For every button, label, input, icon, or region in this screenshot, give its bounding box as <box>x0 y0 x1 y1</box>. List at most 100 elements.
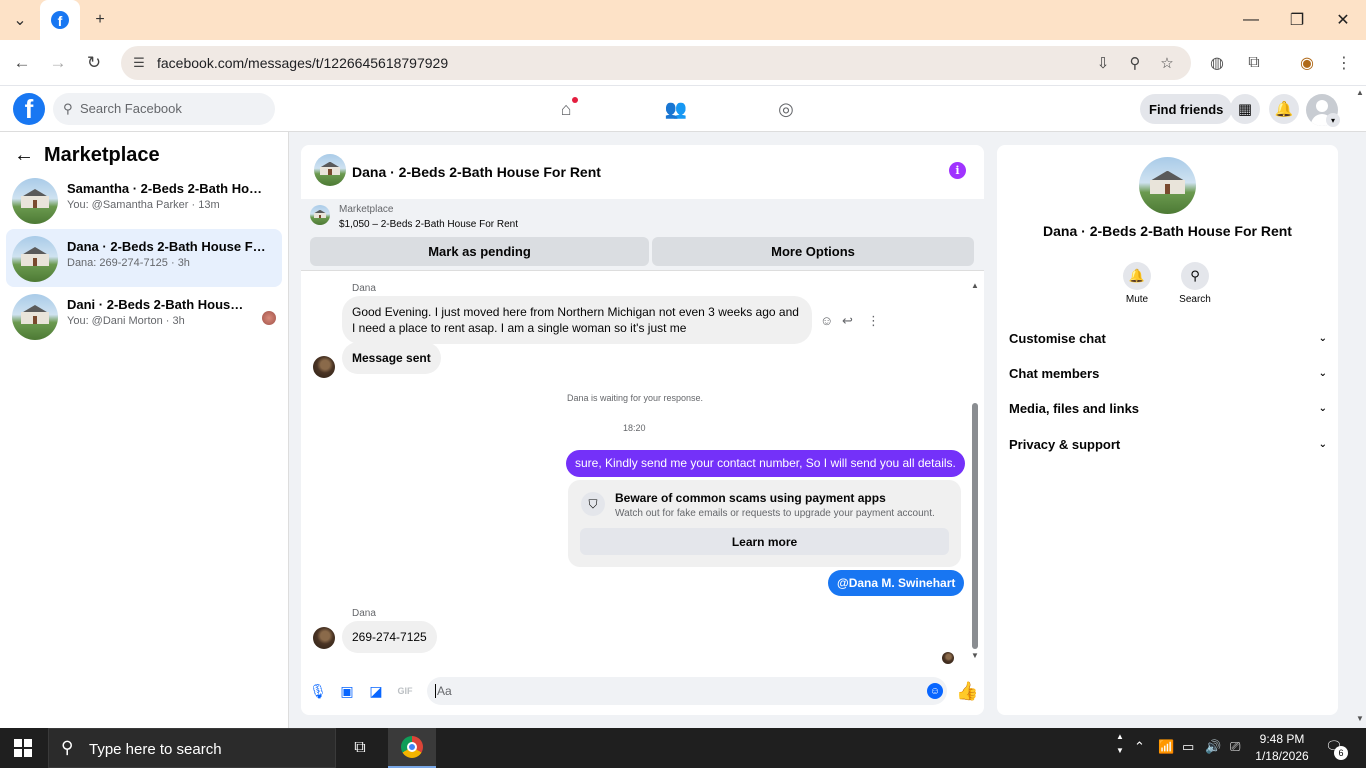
outgoing-message[interactable]: sure, Kindly send me your contact number… <box>566 450 965 477</box>
conversation-avatar <box>12 178 58 224</box>
close-window-icon[interactable]: ✕ <box>1328 8 1358 32</box>
learn-more-button[interactable]: Learn more <box>580 528 949 555</box>
conversation-item-dana[interactable]: Dana · 2-Beds 2-Bath House For Rent Dana… <box>6 229 282 287</box>
home-nav-icon[interactable]: ⌂ <box>552 95 580 123</box>
incoming-message[interactable]: Message sent <box>342 342 441 374</box>
waiting-status-text: Dana is waiting for your response. <box>566 393 704 403</box>
address-bar[interactable]: ☰ facebook.com/messages/t/12266456187979… <box>121 46 1191 80</box>
page-scroll-down-icon[interactable]: ▼ <box>1356 714 1364 723</box>
more-actions-icon[interactable]: ⋮ <box>867 313 880 329</box>
bookmark-star-icon[interactable]: ☆ <box>1157 53 1177 73</box>
more-options-button[interactable]: More Options <box>652 237 974 266</box>
sticker-icon[interactable]: ◪ <box>367 682 385 700</box>
back-arrow-icon[interactable]: ← <box>14 144 34 167</box>
groups-nav-icon[interactable]: ◎ <box>772 95 800 123</box>
sender-avatar[interactable] <box>313 356 335 378</box>
network-icon[interactable]: 📶 <box>1158 739 1174 755</box>
search-icon: ⚲ <box>63 101 73 116</box>
browser-tab-facebook[interactable]: f <box>40 0 80 40</box>
chevron-down-icon: ⌄ <box>1318 438 1327 450</box>
restore-icon[interactable]: ❐ <box>1282 8 1312 32</box>
section-privacy-support[interactable]: Privacy & support ⌄ <box>1009 429 1327 459</box>
photo-attach-icon[interactable]: ▣ <box>338 682 356 700</box>
reply-icon[interactable]: ↩ <box>842 313 853 329</box>
conversation-item-dani[interactable]: Dani · 2-Beds 2-Bath House For Rent You:… <box>6 287 282 345</box>
sidebar-header: ← Marketplace <box>14 144 160 167</box>
chrome-taskbar-icon[interactable] <box>388 728 436 768</box>
browser-menu-icon[interactable]: ⋮ <box>1332 51 1356 75</box>
conversation-item-samantha[interactable]: Samantha · 2-Beds 2-Bath House For Rent … <box>6 171 282 229</box>
reload-icon[interactable]: ↻ <box>82 51 106 75</box>
notifications-bell-icon[interactable]: 🔔 <box>1269 94 1299 124</box>
chat-scrollbar[interactable]: ▲ ▼ <box>969 281 981 663</box>
taskbar-search-input[interactable]: ⚲ Type here to search <box>48 728 336 768</box>
minimize-icon[interactable]: — <box>1236 8 1266 32</box>
profile-icon[interactable]: ◉ <box>1295 51 1319 75</box>
marketplace-label: Marketplace <box>339 204 394 215</box>
emoji-icon[interactable]: ☺ <box>927 683 943 699</box>
message-input[interactable]: Aa ☺ <box>427 677 947 705</box>
home-notification-dot <box>572 97 578 103</box>
menu-grid-icon[interactable]: ▦ <box>1230 94 1260 124</box>
battery-icon[interactable]: ▭ <box>1182 739 1194 755</box>
windows-start-icon[interactable] <box>14 739 32 757</box>
scroll-up-arrow-icon[interactable]: ▲ <box>971 281 979 290</box>
search-icon: ⚲ <box>61 738 74 757</box>
meet-now-icon[interactable]: ⎚ <box>1230 739 1240 755</box>
install-app-icon[interactable]: ⇩ <box>1093 53 1113 73</box>
chat-avatar[interactable] <box>314 154 346 186</box>
section-label: Privacy & support <box>1009 436 1121 452</box>
forward-arrow-icon[interactable]: → <box>46 51 70 75</box>
zoom-icon[interactable]: ⚲ <box>1125 53 1145 73</box>
details-avatar[interactable] <box>1139 157 1196 214</box>
facebook-search-input[interactable]: ⚲ Search Facebook <box>53 93 275 125</box>
gif-icon[interactable]: GIF <box>396 682 414 700</box>
outgoing-mention-message[interactable]: @Dana M. Swinehart <box>828 570 965 596</box>
mark-as-pending-button[interactable]: Mark as pending <box>310 237 649 266</box>
mute-button[interactable]: 🔔 Mute <box>1117 262 1157 305</box>
sender-avatar[interactable] <box>313 627 335 649</box>
task-view-icon[interactable]: ⧉ <box>336 728 384 768</box>
facebook-header: f ⚲ Search Facebook ⌂ 👥 ◎ Find friends ▦… <box>0 86 1366 132</box>
incoming-message[interactable]: 269-274-7125 <box>342 621 437 653</box>
tray-scroll-icon[interactable]: ▲ ▼ <box>1116 730 1124 758</box>
account-caret-icon[interactable]: ▾ <box>1326 113 1340 127</box>
section-media-files-links[interactable]: Media, files and links ⌄ <box>1009 393 1327 423</box>
thumbs-up-like-icon[interactable]: 👍 <box>956 681 978 702</box>
shield-icon: ⛉ <box>581 492 605 516</box>
windows-taskbar: ⚲ Type here to search ⧉ ▲ ▼ ⌃ 📶 ▭ 🔊 ⎚ 9:4… <box>0 728 1366 768</box>
section-chat-members[interactable]: Chat members ⌄ <box>1009 358 1327 388</box>
friends-nav-icon[interactable]: 👥 <box>662 95 690 123</box>
scroll-down-arrow-icon[interactable]: ▼ <box>971 651 979 660</box>
react-emoji-icon[interactable]: ☺ <box>820 313 833 328</box>
search-label: Search <box>1179 294 1211 305</box>
microphone-icon[interactable]: 🎙 <box>309 682 327 700</box>
show-hidden-icons-chevron-icon[interactable]: ⌃ <box>1134 739 1145 755</box>
facebook-logo-icon[interactable]: f <box>13 93 45 125</box>
taskbar-clock[interactable]: 9:48 PM 1/18/2026 <box>1252 731 1312 765</box>
page-scroll-up-icon[interactable]: ▲ <box>1356 88 1364 97</box>
find-friends-button[interactable]: Find friends <box>1140 94 1233 124</box>
info-icon[interactable]: i <box>949 162 966 179</box>
listing-thumbnail[interactable] <box>310 205 330 225</box>
chevron-down-icon: ⌄ <box>1318 367 1327 379</box>
browser-tabstrip: ⌄ f + — ❐ ✕ <box>0 0 1366 40</box>
bell-icon: 🔔 <box>1123 262 1151 290</box>
details-title: Dana · 2-Beds 2-Bath House For Rent <box>1043 223 1292 239</box>
volume-icon[interactable]: 🔊 <box>1205 739 1221 755</box>
incoming-message[interactable]: Good Evening. I just moved here from Nor… <box>342 296 812 344</box>
new-tab-plus-icon[interactable]: + <box>88 8 112 32</box>
extensions-puzzle-icon[interactable]: ⧉ <box>1242 51 1266 75</box>
translate-globe-icon[interactable]: ◍ <box>1205 51 1229 75</box>
search-in-chat-button[interactable]: ⚲ Search <box>1175 262 1215 305</box>
section-customise-chat[interactable]: Customise chat ⌄ <box>1009 323 1327 353</box>
listing-price-title[interactable]: $1,050 – 2-Beds 2-Bath House For Rent <box>339 219 518 230</box>
chat-header: Dana · 2-Beds 2-Bath House For Rent i <box>301 145 984 199</box>
url-text[interactable]: facebook.com/messages/t/1226645618797929 <box>157 55 448 71</box>
scroll-thumb[interactable] <box>972 403 978 649</box>
back-arrow-icon[interactable]: ← <box>10 51 34 75</box>
chat-title[interactable]: Dana · 2-Beds 2-Bath House For Rent <box>352 164 601 180</box>
page-scrollbar[interactable]: ▲ ▼ <box>1354 88 1366 728</box>
site-info-icon[interactable]: ☰ <box>129 53 149 73</box>
tab-list-chevron-icon[interactable]: ⌄ <box>8 8 32 32</box>
